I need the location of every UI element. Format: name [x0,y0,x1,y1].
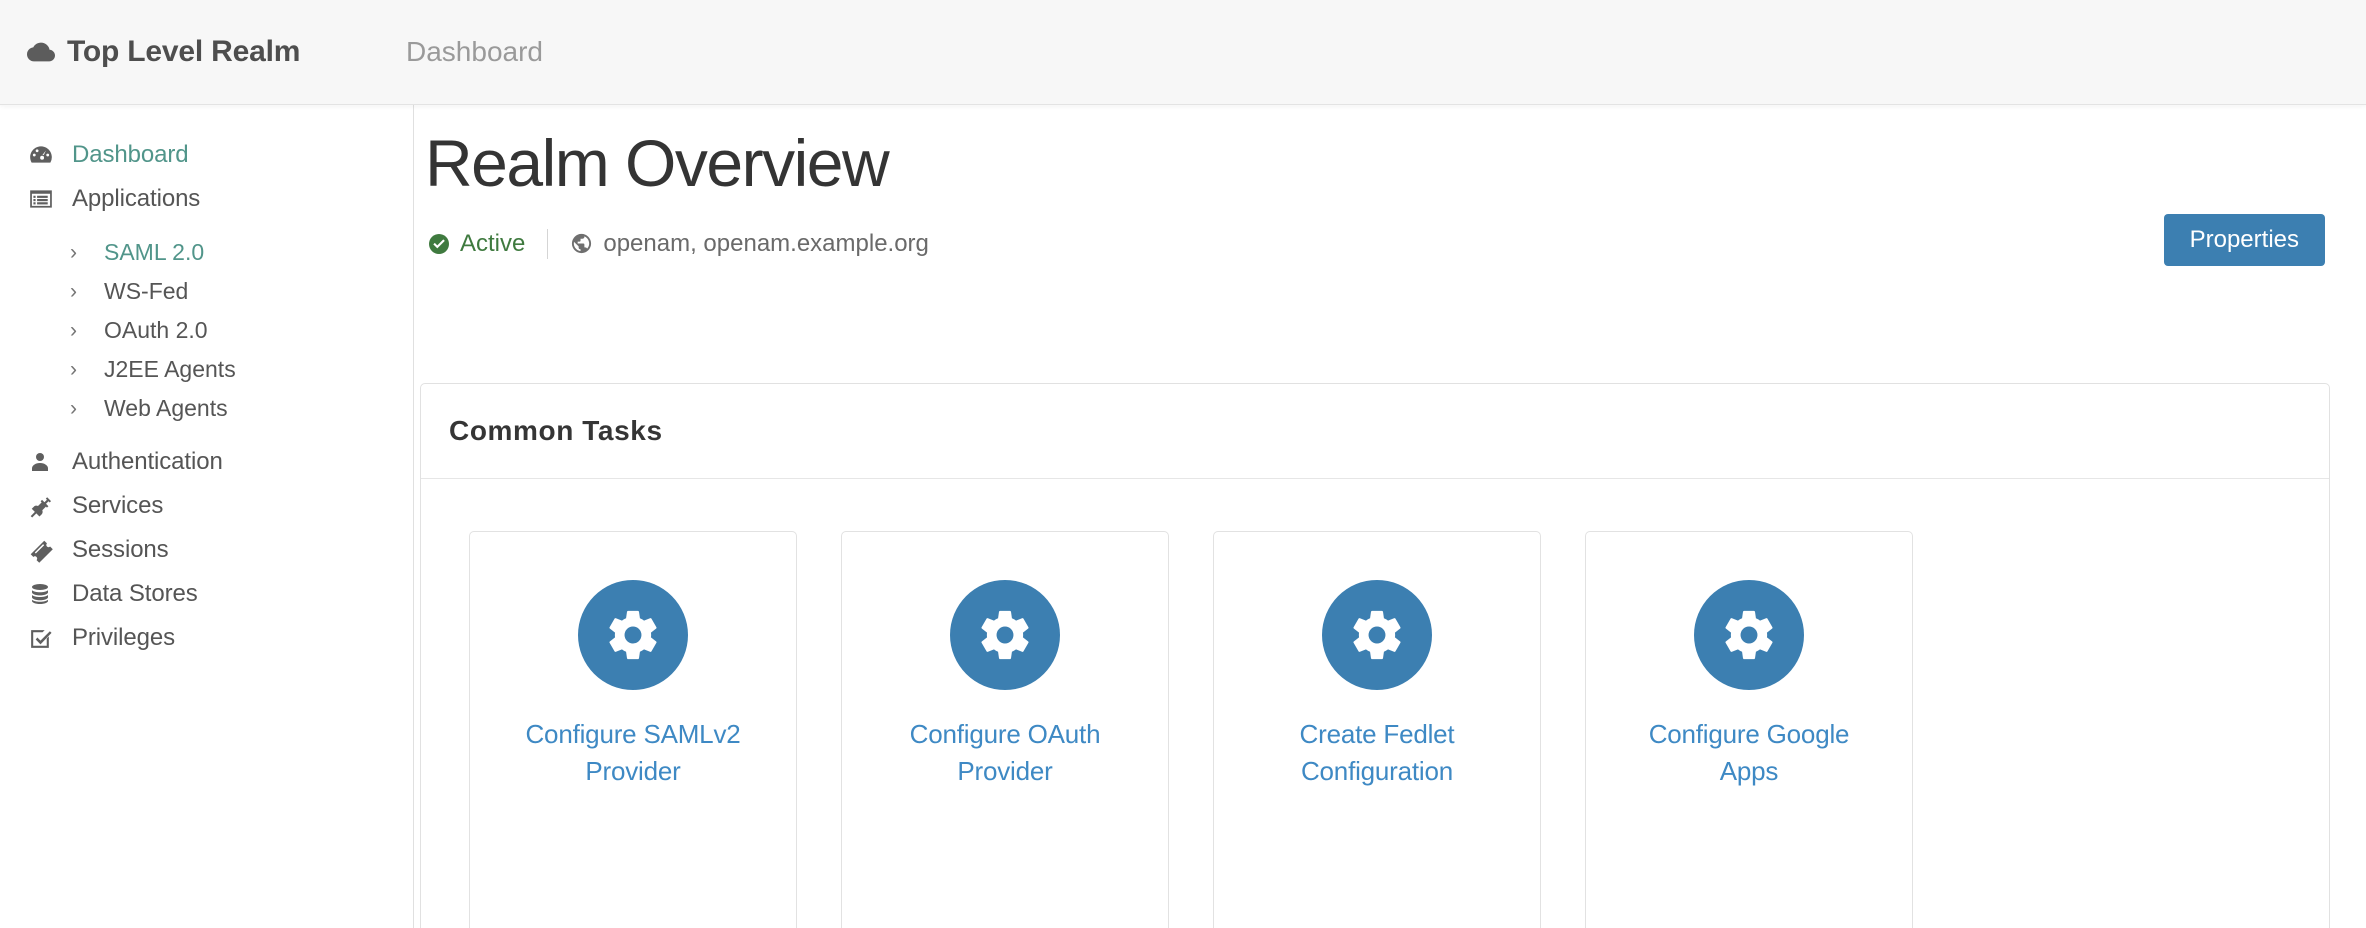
chevron-right-icon: › [70,397,77,420]
page-title: Realm Overview [425,126,890,200]
realm-info: openam, openam.example.org [570,230,929,258]
sidebar-item-privileges[interactable]: Privileges [0,616,413,660]
user-icon [28,449,58,475]
sidebar-item-label: Sessions [72,536,169,563]
check-circle-icon [427,232,451,256]
sidebar-item-label: J2EE Agents [104,356,236,382]
sidebar-item-web-agents[interactable]: › Web Agents [0,389,413,428]
sidebar-item-data-stores[interactable]: Data Stores [0,572,413,616]
common-tasks-panel: Common Tasks Configure SAMLv2 Provider C… [420,383,2330,928]
main-content: Realm Overview Active openam, openam.exa… [415,105,2366,928]
sidebar-item-label: OAuth 2.0 [104,317,208,343]
brand-label: Top Level Realm [67,35,301,68]
plug-icon [28,493,58,519]
gear-icon [1322,580,1432,690]
chevron-right-icon: › [70,319,77,342]
properties-button[interactable]: Properties [2163,213,2325,266]
status-divider [547,228,549,259]
task-card-label: Configure Google Apps [1648,719,1850,786]
gear-icon [950,580,1060,690]
task-card-label: Create Fedlet Configuration [1299,719,1455,786]
task-card-configure-samlv2-provider[interactable]: Configure SAMLv2 Provider [469,531,797,928]
applications-icon [28,186,58,212]
breadcrumb[interactable]: Dashboard [406,36,543,68]
sidebar-item-dashboard[interactable]: Dashboard [0,133,413,177]
gear-icon [578,580,688,690]
sidebar-item-authentication[interactable]: Authentication [0,440,413,484]
sidebar-item-label: Services [72,492,164,519]
ticket-icon [28,537,58,563]
sidebar-item-ws-fed[interactable]: › WS-Fed [0,272,413,311]
check-square-icon [28,625,58,651]
sidebar-item-applications[interactable]: Applications [0,177,413,221]
sidebar-item-label: Web Agents [104,395,228,421]
cloud-icon [26,37,56,67]
status-badge: Active [427,230,525,258]
brand-realm-selector[interactable]: Top Level Realm [26,35,406,69]
sidebar-item-j2ee-agents[interactable]: › J2EE Agents [0,350,413,389]
globe-icon [570,232,593,255]
status-row: Active openam, openam.example.org Proper… [415,213,2366,266]
sidebar-item-oauth-2-0[interactable]: › OAuth 2.0 [0,311,413,350]
sidebar: Dashboard Applications › SAML 2.0 › WS-F… [0,105,414,928]
sidebar-item-label: Authentication [72,448,223,475]
task-card-label: Configure SAMLv2 Provider [525,719,741,786]
panel-body: Configure SAMLv2 Provider Configure OAut… [421,479,2329,928]
sidebar-item-services[interactable]: Services [0,484,413,528]
task-card-configure-google-apps[interactable]: Configure Google Apps [1585,531,1913,928]
page-title-wrap: Realm Overview [415,127,2366,200]
panel-title: Common Tasks [449,415,663,446]
sidebar-item-label: Applications [72,185,201,212]
top-bar: Top Level Realm Dashboard [0,0,2366,105]
sidebar-item-label: SAML 2.0 [104,239,205,265]
task-card-label: Configure OAuth Provider [909,719,1101,786]
gear-icon [1694,580,1804,690]
sidebar-item-label: Data Stores [72,580,198,607]
sidebar-item-saml-2-0[interactable]: › SAML 2.0 [0,233,413,272]
task-card-configure-oauth-provider[interactable]: Configure OAuth Provider [841,531,1169,928]
tachometer-icon [28,142,58,168]
sidebar-item-label: Privileges [72,624,176,651]
chevron-right-icon: › [70,280,77,303]
status-label: Active [460,229,526,257]
panel-header: Common Tasks [421,384,2329,479]
task-card-create-fedlet-configuration[interactable]: Create Fedlet Configuration [1213,531,1541,928]
sidebar-item-sessions[interactable]: Sessions [0,528,413,572]
sidebar-item-label: WS-Fed [104,278,189,304]
chevron-right-icon: › [70,358,77,381]
chevron-right-icon: › [70,241,77,264]
realm-label: openam, openam.example.org [603,229,929,257]
database-icon [28,581,58,607]
sidebar-item-label: Dashboard [72,141,189,168]
